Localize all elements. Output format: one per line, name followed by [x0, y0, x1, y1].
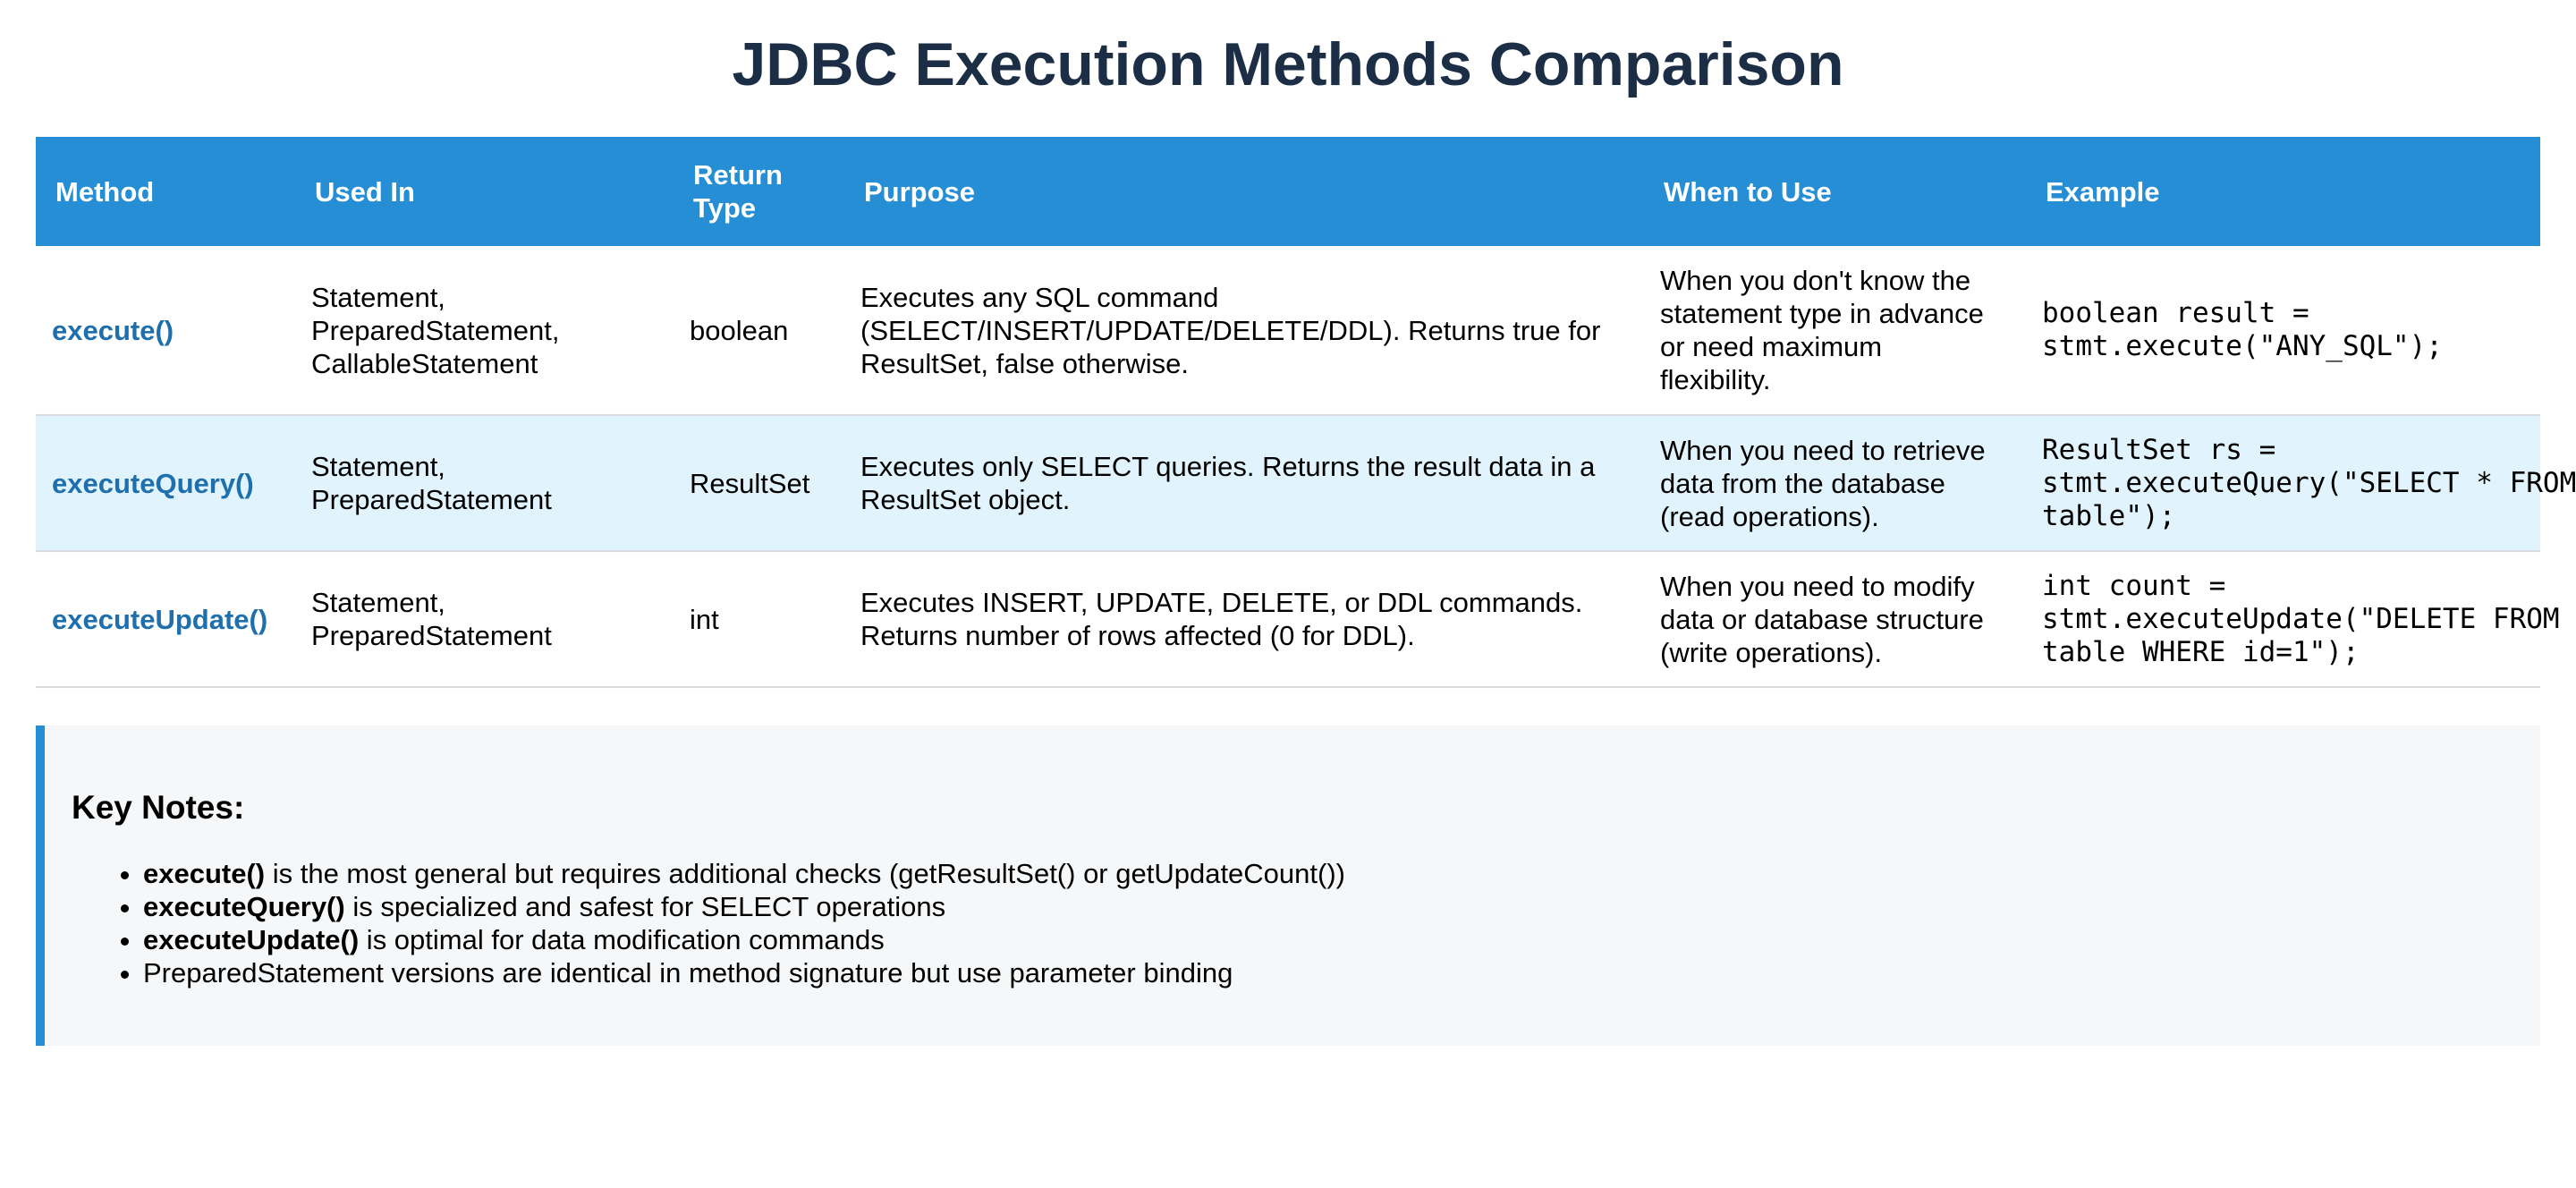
key-notes-panel: Key Notes: execute() is the most general… — [36, 726, 2540, 1046]
column-header-used-in: Used In — [295, 137, 674, 246]
key-notes-list: execute() is the most general but requir… — [72, 857, 2540, 989]
list-item: executeQuery() is specialized and safest… — [143, 890, 2540, 923]
table-row: executeQuery() Statement, PreparedStatem… — [36, 415, 2576, 552]
table-row: execute() Statement, PreparedStatement, … — [36, 246, 2540, 416]
return-type-cell: ResultSet — [674, 415, 844, 552]
table-header: Method Used In Return Type Purpose When … — [36, 137, 2540, 246]
example-code-cell: ResultSet rs = stmt.executeQuery("SELECT… — [2026, 415, 2576, 552]
return-type-cell: int — [674, 551, 844, 688]
purpose-cell: Executes only SELECT queries. Returns th… — [844, 415, 1644, 552]
note-method-name: executeQuery() — [143, 891, 345, 922]
column-header-example: Example — [2026, 137, 2540, 246]
method-cell: executeQuery() — [36, 415, 295, 552]
used-in-cell: Statement, PreparedStatement, CallableSt… — [295, 246, 674, 416]
note-text: is optimal for data modification command… — [359, 924, 885, 955]
column-header-return-type: Return Type — [674, 137, 844, 246]
list-item: PreparedStatement versions are identical… — [143, 956, 2540, 989]
used-in-cell: Statement, PreparedStatement — [295, 415, 674, 552]
table-body: execute() Statement, PreparedStatement, … — [36, 246, 2576, 688]
page-title: JDBC Execution Methods Comparison — [732, 30, 1844, 98]
note-text: PreparedStatement versions are identical… — [143, 957, 1233, 989]
method-cell: execute() — [36, 246, 295, 416]
when-to-use-cell: When you need to modify data or database… — [1644, 551, 2026, 688]
column-header-method: Method — [36, 137, 295, 246]
example-code-cell: int count = stmt.executeUpdate("DELETE F… — [2026, 551, 2560, 688]
when-to-use-cell: When you don't know the statement type i… — [1644, 246, 2026, 416]
page: JDBC Execution Methods Comparison Method… — [36, 0, 2576, 1046]
list-item: execute() is the most general but requir… — [143, 857, 2540, 890]
purpose-cell: Executes INSERT, UPDATE, DELETE, or DDL … — [844, 551, 1644, 688]
when-to-use-cell: When you need to retrieve data from the … — [1644, 415, 2026, 552]
note-method-name: executeUpdate() — [143, 924, 360, 955]
note-method-name: execute() — [143, 858, 266, 889]
key-notes-heading: Key Notes: — [72, 789, 245, 826]
column-header-when-to-use: When to Use — [1644, 137, 2026, 246]
list-item: executeUpdate() is optimal for data modi… — [143, 923, 2540, 956]
purpose-cell: Executes any SQL command (SELECT/INSERT/… — [844, 246, 1644, 416]
method-cell: executeUpdate() — [36, 551, 295, 688]
note-text: is specialized and safest for SELECT ope… — [344, 891, 946, 922]
column-header-purpose: Purpose — [844, 137, 1644, 246]
header-row: Method Used In Return Type Purpose When … — [36, 137, 2540, 246]
table-row: executeUpdate() Statement, PreparedState… — [36, 551, 2560, 688]
comparison-table: Method Used In Return Type Purpose When … — [36, 137, 2576, 688]
used-in-cell: Statement, PreparedStatement — [295, 551, 674, 688]
return-type-cell: boolean — [674, 246, 844, 416]
example-code-cell: boolean result = stmt.execute("ANY_SQL")… — [2026, 246, 2540, 416]
note-text: is the most general but requires additio… — [265, 858, 1345, 889]
